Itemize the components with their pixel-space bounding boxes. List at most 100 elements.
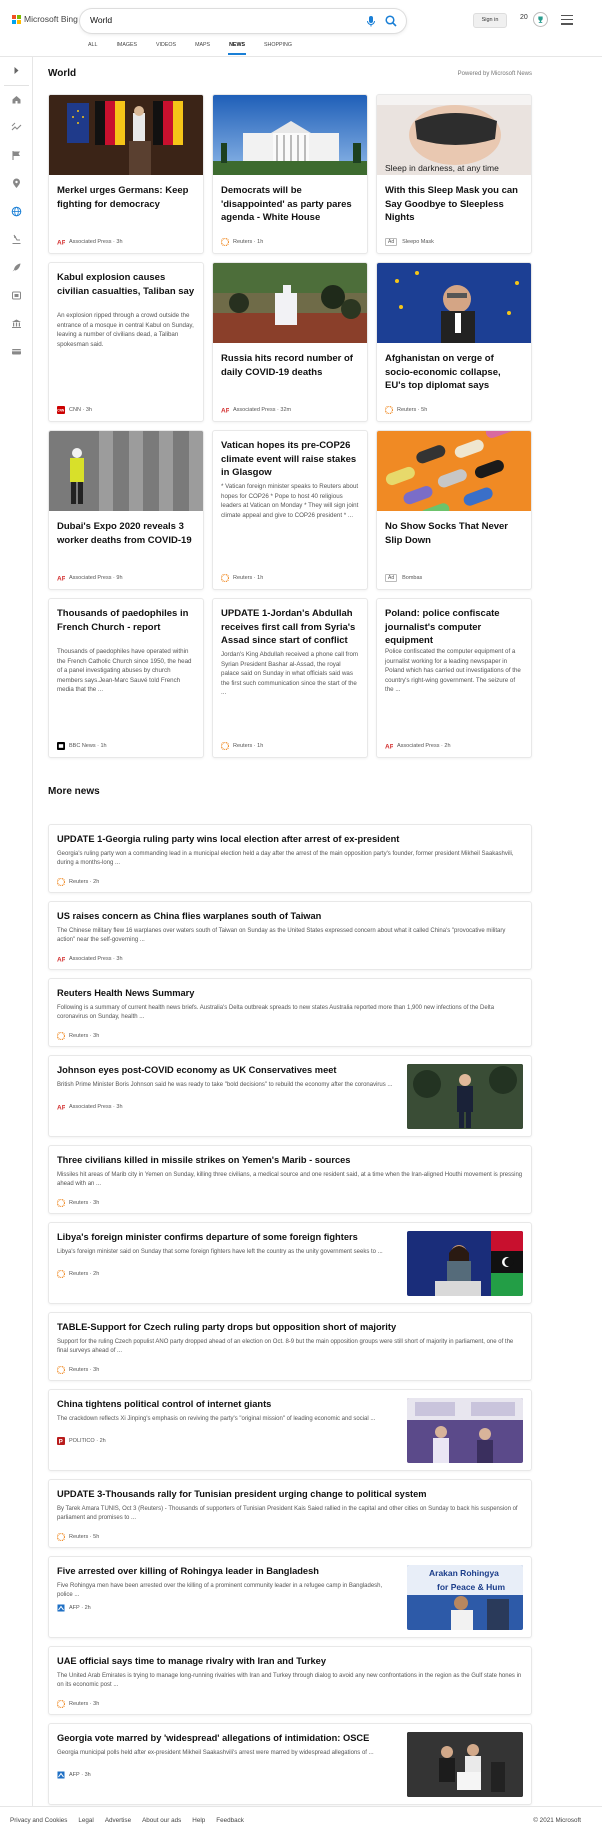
card-source[interactable]: Reuters · 1h — [220, 237, 263, 247]
news-list-item[interactable]: UPDATE 1-Georgia ruling party wins local… — [48, 824, 532, 893]
news-item-title[interactable]: UPDATE 1-Georgia ruling party wins local… — [57, 833, 523, 846]
card-source[interactable]: Reuters · 5h — [384, 405, 427, 415]
news-item-source[interactable]: Reuters · 5h — [56, 1532, 99, 1542]
news-card[interactable]: Thousands of paedophiles in French Churc… — [48, 598, 204, 758]
menu-icon[interactable] — [561, 15, 573, 28]
tab-maps[interactable]: MAPS — [195, 42, 210, 54]
card-source[interactable]: APAssociated Press · 2h — [385, 742, 451, 751]
politics-icon[interactable] — [11, 318, 22, 329]
news-item-source[interactable]: P POLITICO · 2h — [57, 1437, 106, 1445]
news-card[interactable]: Poland: police confiscate journalist's c… — [376, 598, 532, 758]
news-item-source[interactable]: Reuters · 2h — [56, 877, 99, 887]
ad-card[interactable]: No Show Socks That Never Slip Down Ad Bomb… — [376, 430, 532, 590]
tab-videos[interactable]: VIDEOS — [156, 42, 176, 54]
search-icon[interactable] — [384, 14, 398, 28]
news-item-title[interactable]: Reuters Health News Summary — [57, 987, 523, 1000]
card-source[interactable]: BBC News · 1h — [57, 742, 107, 750]
news-card[interactable]: Russia hits record number of daily COVID… — [212, 262, 368, 422]
card-title[interactable]: UPDATE 1-Jordan's Abdullah receives firs… — [221, 607, 359, 648]
card-source[interactable]: CNN CNN · 3h — [57, 406, 92, 414]
news-card[interactable]: Democrats will be 'disappointed' as part… — [212, 94, 368, 254]
news-item-thumbnail[interactable] — [407, 1064, 523, 1129]
science-icon[interactable] — [11, 234, 22, 245]
card-title[interactable]: No Show Socks That Never Slip Down — [385, 520, 523, 547]
news-item-source[interactable]: Reuters · 3h — [56, 1198, 99, 1208]
card-title[interactable]: Vatican hopes its pre-COP26 climate even… — [221, 439, 359, 480]
news-item-title[interactable]: Three civilians killed in missile strike… — [57, 1154, 523, 1167]
search-input[interactable]: World — [90, 15, 112, 25]
card-image[interactable] — [377, 431, 531, 511]
news-item-thumbnail[interactable] — [407, 1398, 523, 1463]
news-card[interactable]: Dubai's Expo 2020 reveals 3 worker death… — [48, 430, 204, 590]
news-item-source[interactable]: Reuters · 3h — [56, 1699, 99, 1709]
tab-all[interactable]: ALL — [88, 42, 97, 54]
news-item-title[interactable]: Georgia vote marred by 'widespread' alle… — [57, 1732, 399, 1745]
news-item-title[interactable]: US raises concern as China flies warplan… — [57, 910, 523, 923]
trending-icon[interactable] — [11, 122, 22, 133]
news-card[interactable]: Merkel urges Germans: Keep fighting for … — [48, 94, 204, 254]
news-list-item[interactable]: US raises concern as China flies warplan… — [48, 901, 532, 970]
news-card[interactable]: Afghanistan on verge of socio-economic c… — [376, 262, 532, 422]
news-list-item[interactable]: TABLE-Support for Czech ruling party dro… — [48, 1312, 532, 1381]
news-item-title[interactable]: TABLE-Support for Czech ruling party dro… — [57, 1321, 523, 1334]
card-source[interactable]: APAssociated Press · 9h — [57, 574, 123, 583]
money-icon[interactable] — [11, 346, 22, 357]
entertainment-icon[interactable] — [11, 290, 22, 301]
news-list-item[interactable]: Five arrested over killing of Rohingya l… — [48, 1556, 532, 1638]
news-card[interactable]: UPDATE 1-Jordan's Abdullah receives firs… — [212, 598, 368, 758]
news-item-source[interactable]: AFP · 2h — [57, 1604, 91, 1612]
footer-link-privacy-and-cookies[interactable]: Privacy and Cookies — [10, 1817, 67, 1824]
footer-link-legal[interactable]: Legal — [78, 1817, 93, 1824]
card-source[interactable]: Reuters · 1h — [220, 741, 263, 751]
location-icon[interactable] — [11, 178, 22, 189]
news-card[interactable]: Vatican hopes its pre-COP26 climate even… — [212, 430, 368, 590]
news-list-item[interactable]: Three civilians killed in missile strike… — [48, 1145, 532, 1214]
card-title[interactable]: Merkel urges Germans: Keep fighting for … — [57, 184, 195, 211]
rewards-points[interactable]: 20 — [520, 14, 528, 21]
rewards-trophy-icon[interactable] — [533, 12, 548, 27]
card-image[interactable] — [49, 95, 203, 175]
news-item-title[interactable]: Five arrested over killing of Rohingya l… — [57, 1565, 399, 1578]
card-title[interactable]: Poland: police confiscate journalist's c… — [385, 607, 523, 648]
flag-icon[interactable] — [11, 150, 22, 161]
card-source[interactable]: Ad Sleepo Mask — [385, 238, 434, 246]
news-item-source[interactable]: Reuters · 3h — [56, 1365, 99, 1375]
news-item-thumbnail[interactable] — [407, 1231, 523, 1296]
tab-shopping[interactable]: SHOPPING — [264, 42, 292, 54]
card-title[interactable]: Democrats will be 'disappointed' as part… — [221, 184, 359, 225]
news-list-item[interactable]: China tightens political control of inte… — [48, 1389, 532, 1471]
news-item-source[interactable]: AP Associated Press · 3h — [57, 1103, 123, 1112]
home-icon[interactable] — [11, 94, 22, 105]
news-card[interactable]: Kabul explosion causes civilian casualti… — [48, 262, 204, 422]
sign-in-button[interactable]: Sign in — [473, 13, 507, 28]
card-title[interactable]: Russia hits record number of daily COVID… — [221, 352, 359, 379]
card-title[interactable]: Thousands of paedophiles in French Churc… — [57, 607, 195, 634]
news-item-source[interactable]: Reuters · 3h — [56, 1031, 99, 1041]
rocket-icon[interactable] — [11, 262, 22, 273]
card-title[interactable]: With this Sleep Mask you can Say Goodbye… — [385, 184, 523, 225]
bing-logo[interactable]: Microsoft Bing — [12, 14, 78, 24]
footer-link-help[interactable]: Help — [192, 1817, 205, 1824]
news-item-title[interactable]: UAE official says time to manage rivalry… — [57, 1655, 523, 1668]
news-item-source[interactable]: Reuters · 2h — [56, 1269, 99, 1279]
footer-link-about-our-ads[interactable]: About our ads — [142, 1817, 181, 1824]
news-item-source[interactable]: AP Associated Press · 3h — [57, 955, 123, 964]
card-source[interactable]: Reuters · 1h — [220, 573, 263, 583]
tab-images[interactable]: IMAGES — [116, 42, 137, 54]
news-item-thumbnail[interactable]: Arakan Rohingya for Peace & Hum — [407, 1565, 523, 1630]
card-source[interactable]: Ad Bombas — [385, 574, 422, 582]
microphone-icon[interactable] — [364, 14, 378, 28]
footer-link-advertise[interactable]: Advertise — [105, 1817, 131, 1824]
tab-news[interactable]: NEWS — [228, 42, 246, 55]
news-list-item[interactable]: Georgia vote marred by 'widespread' alle… — [48, 1723, 532, 1805]
card-source[interactable]: APAssociated Press · 3h — [57, 238, 123, 247]
card-image[interactable] — [49, 431, 203, 511]
card-image[interactable] — [213, 95, 367, 175]
news-list-item[interactable]: UAE official says time to manage rivalry… — [48, 1646, 532, 1715]
card-image[interactable] — [213, 263, 367, 343]
card-image[interactable] — [377, 263, 531, 343]
expand-icon[interactable] — [11, 65, 22, 76]
news-item-title[interactable]: China tightens political control of inte… — [57, 1398, 399, 1411]
news-list-item[interactable]: UPDATE 3-Thousands rally for Tunisian pr… — [48, 1479, 532, 1548]
news-item-thumbnail[interactable] — [407, 1732, 523, 1797]
